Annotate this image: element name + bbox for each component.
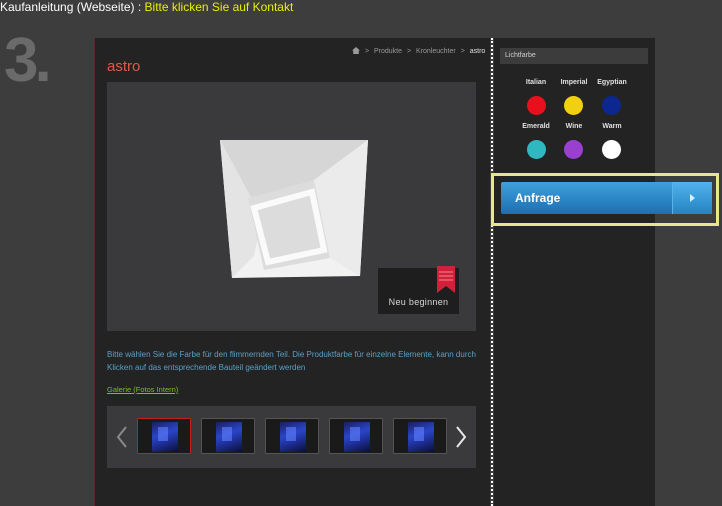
panel-divider: [491, 38, 493, 506]
swatch-label-warm: Warm: [602, 123, 622, 130]
lamp-model[interactable]: [218, 138, 370, 280]
thumbnail-glow: [222, 427, 232, 441]
breadcrumb-item-produkte[interactable]: Produkte: [374, 48, 402, 55]
thumbnail[interactable]: [201, 418, 255, 454]
swatch-italian[interactable]: [527, 96, 546, 115]
bookmark-icon: [437, 266, 455, 293]
swatch-warm[interactable]: [602, 140, 621, 159]
swatch-imperial[interactable]: [564, 96, 583, 115]
light-color-header: Lichtfarbe: [500, 48, 648, 64]
arrow-right-icon[interactable]: [455, 425, 467, 449]
reset-label: Neu beginnen: [388, 297, 449, 307]
breadcrumb-current: astro: [469, 48, 486, 55]
thumbnail-glow: [350, 427, 360, 441]
inquiry-button-cap: [672, 182, 712, 214]
thumbnail[interactable]: [329, 418, 383, 454]
breadcrumb-separator: >: [406, 48, 412, 55]
chevron-right-icon: [690, 194, 695, 202]
breadcrumb: > Produkte > Kronleuchter > astro: [352, 47, 485, 55]
product-title: astro: [107, 58, 141, 75]
thumbnail-glow: [414, 427, 424, 441]
thumbnail-glow: [158, 427, 168, 441]
caption-separator: :: [134, 0, 145, 14]
inquiry-button[interactable]: Anfrage: [501, 182, 712, 214]
info-text: Bitte wählen Sie die Farbe für den flimm…: [107, 350, 476, 372]
thumbnail[interactable]: [393, 418, 447, 454]
home-icon[interactable]: [352, 47, 360, 54]
thumbnail[interactable]: [137, 418, 191, 454]
gallery-link[interactable]: Galerie (Fotos Intern): [107, 385, 178, 394]
swatch-label-egyptian: Egyptian: [597, 79, 627, 86]
panel-edge: [94, 38, 95, 506]
caption-highlight: Bitte klicken Sie auf Kontakt: [144, 0, 294, 14]
top-caption: Kaufanleitung (Webseite) : Bitte klicken…: [0, 0, 293, 14]
inquiry-label: Anfrage: [515, 191, 561, 205]
thumbnail[interactable]: [265, 418, 319, 454]
step-number: 3.: [4, 26, 52, 95]
breadcrumb-separator: >: [364, 48, 370, 55]
swatch-emerald[interactable]: [527, 140, 546, 159]
breadcrumb-item-kronleuchter[interactable]: Kronleuchter: [416, 48, 456, 55]
breadcrumb-separator: >: [460, 48, 465, 55]
arrow-left-icon[interactable]: [116, 425, 128, 449]
swatch-egyptian[interactable]: [602, 96, 621, 115]
reset-button[interactable]: Neu beginnen: [378, 266, 459, 314]
caption-prefix: Kaufanleitung (Webseite): [0, 0, 135, 14]
thumbnail-glow: [286, 427, 296, 441]
swatch-wine[interactable]: [564, 140, 583, 159]
